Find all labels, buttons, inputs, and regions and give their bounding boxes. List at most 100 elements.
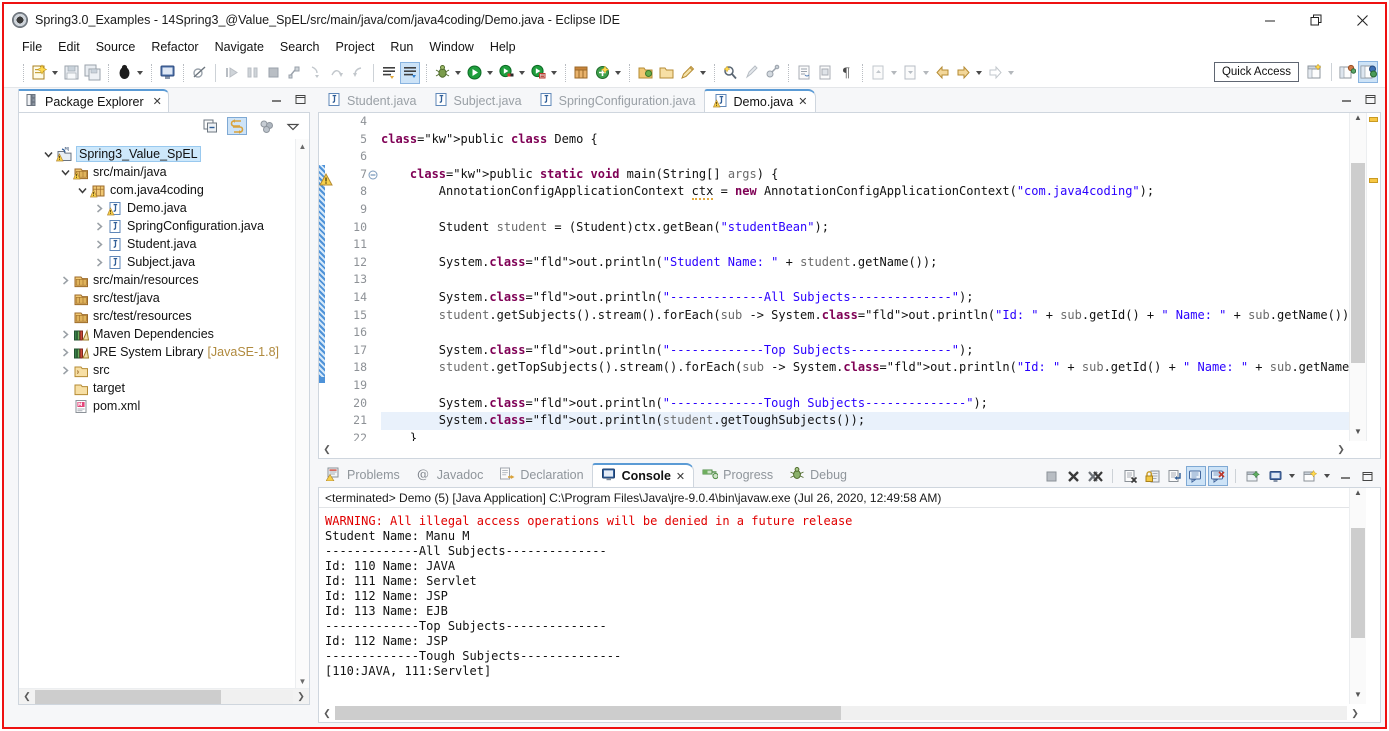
debug-profile-icon[interactable] [114, 62, 134, 84]
minimize-view-icon[interactable] [269, 92, 283, 106]
scroll-left-arrow-icon[interactable]: ❮ [319, 444, 335, 455]
overview-warning-marker-icon[interactable] [1369, 117, 1378, 122]
tree-item-maven-dependencies[interactable]: Maven Dependencies [19, 325, 295, 343]
open-type-icon[interactable] [400, 62, 420, 84]
coverage-dropdown-icon[interactable] [549, 62, 558, 84]
code-line[interactable] [381, 324, 1349, 342]
hscroll-thumb[interactable] [35, 690, 221, 704]
project-tree[interactable]: MJSpring3_Value_SpELsrc/main/javacom.jav… [19, 139, 295, 688]
close-icon[interactable] [1339, 4, 1385, 36]
run-as-dropdown-icon[interactable] [485, 62, 494, 84]
console-vscroll-thumb[interactable] [1351, 528, 1365, 638]
menu-refactor[interactable]: Refactor [151, 40, 198, 54]
display-selected-console-dropdown-icon[interactable] [1287, 465, 1296, 487]
tree-item-pom-xml[interactable]: Mpom.xml [19, 397, 295, 415]
minimize-view-icon[interactable] [1335, 466, 1355, 486]
remove-all-terminated-icon[interactable] [1085, 466, 1105, 486]
console-output[interactable]: WARNING: All illegal access operations w… [325, 514, 1348, 704]
forward-dropdown-icon[interactable] [974, 62, 983, 84]
scroll-right-arrow-icon[interactable]: ❯ [293, 691, 309, 702]
edit-dropdown-icon[interactable] [698, 62, 707, 84]
warning-marker-icon[interactable] [319, 173, 333, 192]
search-icon[interactable] [720, 62, 740, 84]
close-tab-icon[interactable]: ✕ [153, 95, 162, 108]
code-line[interactable] [381, 271, 1349, 289]
menu-run[interactable]: Run [390, 40, 413, 54]
code-line[interactable]: student.getTopSubjects().stream().forEac… [381, 359, 1349, 377]
chevron-right-icon[interactable] [58, 361, 72, 379]
menu-help[interactable]: Help [490, 40, 516, 54]
tree-item-src-test-resources[interactable]: src/test/resources [19, 307, 295, 325]
run-last-dropdown-icon[interactable] [517, 62, 526, 84]
bottom-tab-console[interactable]: Console✕ [592, 463, 695, 487]
new-wizard-icon[interactable] [29, 62, 49, 84]
editor-tab-springconfiguration-java[interactable]: SpringConfiguration.java [530, 89, 704, 112]
maximize-view-icon[interactable] [1357, 466, 1377, 486]
code-line[interactable]: class="kw">public static void main(Strin… [381, 166, 1349, 184]
fold-collapse-icon[interactable] [368, 166, 380, 184]
menu-file[interactable]: File [22, 40, 42, 54]
tree-item-src-test-java[interactable]: src/test/java [19, 289, 295, 307]
overview-warning-marker-icon[interactable] [1369, 178, 1378, 183]
close-tab-icon[interactable]: ✕ [798, 95, 807, 108]
scroll-right-arrow-icon[interactable]: ❯ [1333, 444, 1349, 455]
menu-search[interactable]: Search [280, 40, 320, 54]
clear-console-icon[interactable] [1120, 466, 1140, 486]
folding-ruler[interactable] [368, 113, 380, 441]
code-line[interactable] [381, 377, 1349, 395]
new-package-dropdown-icon[interactable] [613, 62, 622, 84]
edit-icon[interactable] [677, 62, 697, 84]
tree-item-src[interactable]: src [19, 361, 295, 379]
scroll-right-arrow-icon[interactable]: ❯ [1347, 708, 1363, 719]
editor-hscroll-track[interactable] [335, 443, 1333, 457]
menu-navigate[interactable]: Navigate [215, 40, 264, 54]
tree-item-target[interactable]: target [19, 379, 295, 397]
forward-icon[interactable] [953, 62, 973, 84]
collapse-all-icon[interactable] [201, 117, 221, 135]
show-console-on-error-icon[interactable] [1208, 466, 1228, 486]
scroll-left-arrow-icon[interactable]: ❮ [319, 708, 335, 719]
editor-tab-student-java[interactable]: Student.java [318, 89, 425, 112]
word-wrap-icon[interactable] [1164, 466, 1184, 486]
java-perspective-icon[interactable] [1358, 61, 1378, 83]
skip-breakpoints-icon[interactable] [189, 62, 209, 84]
code-line[interactable]: student.getSubjects().stream().forEach(s… [381, 307, 1349, 325]
open-perspective-icon[interactable] [1337, 61, 1357, 83]
editor-hscrollbar[interactable]: ❮ ❯ [319, 441, 1349, 458]
editor-vscrollbar[interactable]: ▲ ▼ [1349, 113, 1366, 441]
chevron-down-icon[interactable] [75, 181, 89, 199]
bottom-tab-javadoc[interactable]: @Javadoc [408, 463, 492, 487]
maximize-view-icon[interactable] [1363, 92, 1377, 106]
scroll-left-arrow-icon[interactable]: ❮ [19, 691, 35, 702]
debug-as-icon[interactable] [432, 62, 452, 84]
chevron-right-icon[interactable] [58, 343, 72, 361]
minimize-view-icon[interactable] [1339, 92, 1353, 106]
editor-annotation-gutter[interactable] [319, 113, 335, 441]
chevron-right-icon[interactable] [58, 325, 72, 343]
maximize-view-icon[interactable] [293, 92, 307, 106]
open-file-icon[interactable] [656, 62, 676, 84]
restore-icon[interactable] [1293, 4, 1339, 36]
debug-as-dropdown-icon[interactable] [453, 62, 462, 84]
tree-item-spring3-value-spel[interactable]: MJSpring3_Value_SpEL [19, 145, 295, 163]
terminate-icon[interactable] [1041, 466, 1061, 486]
new-java-project-icon[interactable] [571, 62, 591, 84]
tree-item-demo-java[interactable]: Demo.java [19, 199, 295, 217]
code-line[interactable]: System.class="fld">out.println("--------… [381, 395, 1349, 413]
hscroll-track[interactable] [35, 690, 293, 704]
minimize-icon[interactable] [1247, 4, 1293, 36]
tree-item-com-java4coding[interactable]: com.java4coding [19, 181, 295, 199]
remove-launch-icon[interactable] [1063, 466, 1083, 486]
code-line[interactable] [381, 201, 1349, 219]
console-hscroll-track[interactable] [335, 706, 1347, 720]
view-menu-filters-icon[interactable] [257, 117, 277, 135]
editor-tab-subject-java[interactable]: Subject.java [425, 89, 530, 112]
close-tab-icon[interactable]: ✕ [676, 470, 685, 483]
package-explorer-vscrollbar[interactable]: ▲ ▼ [295, 139, 309, 688]
scroll-down-arrow-icon[interactable]: ▼ [296, 674, 309, 688]
source-code[interactable]: class="kw">public class Demo { class="kw… [381, 113, 1349, 441]
chevron-right-icon[interactable] [92, 253, 106, 271]
tree-item-subject-java[interactable]: Subject.java [19, 253, 295, 271]
code-line[interactable]: class="kw">public class Demo { [381, 131, 1349, 149]
tree-item-jre-system-library[interactable]: JRE System Library[JavaSE-1.8] [19, 343, 295, 361]
